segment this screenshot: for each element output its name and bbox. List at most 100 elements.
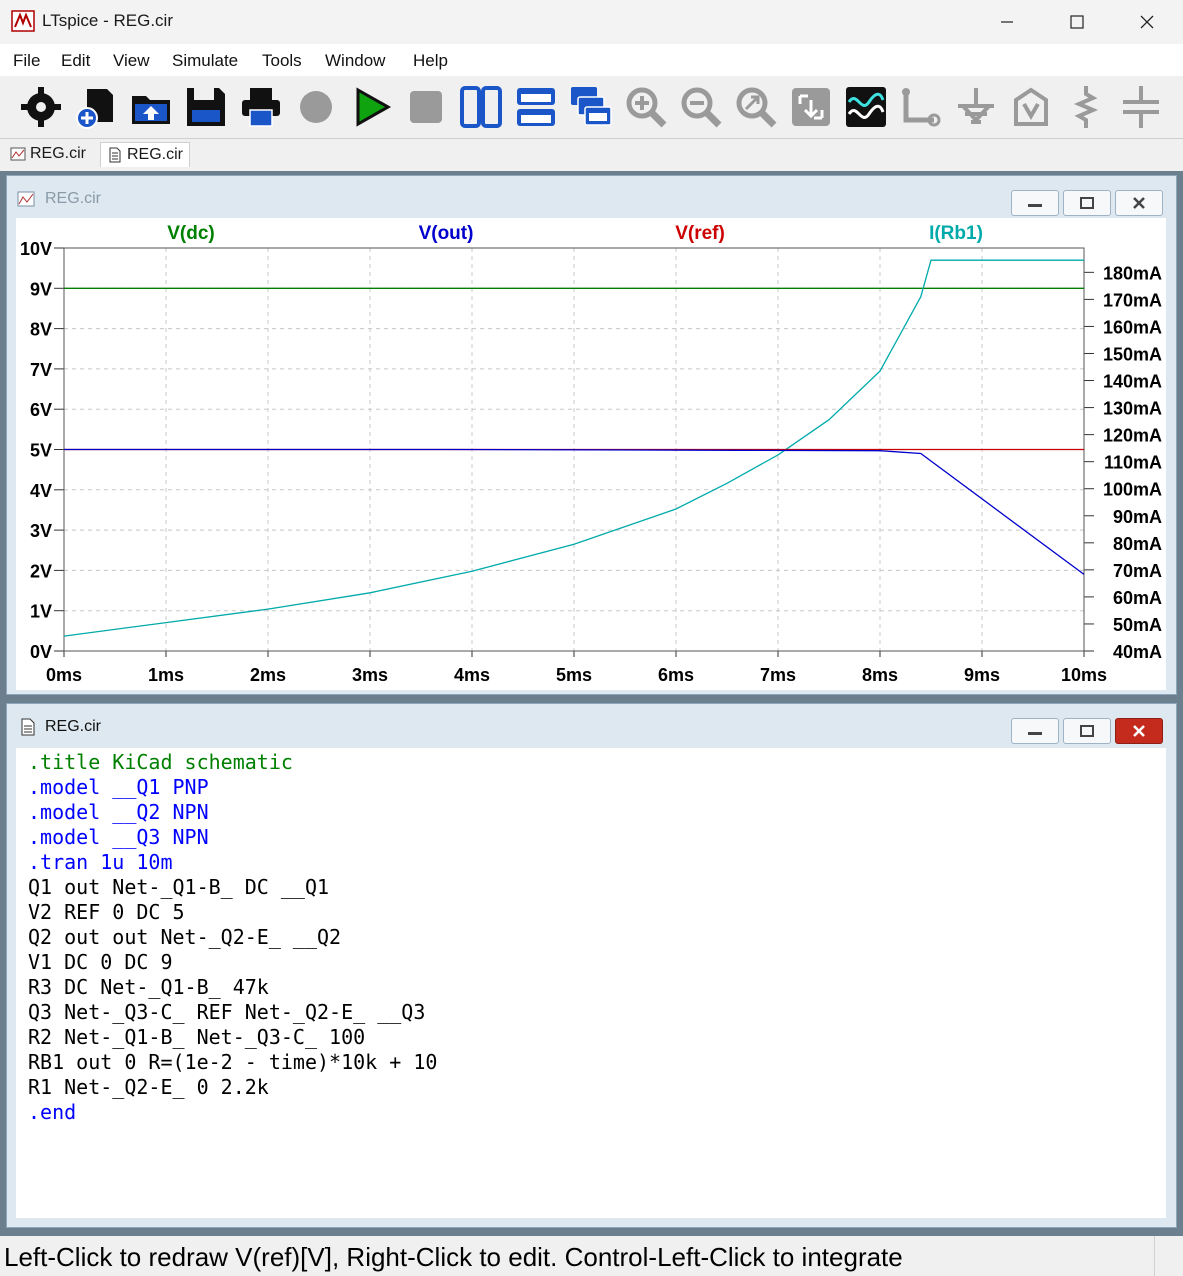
plot-restore-button[interactable] bbox=[1063, 190, 1111, 216]
maximize-icon bbox=[1070, 15, 1084, 29]
netlist-line[interactable]: RB1 out 0 R=(1e-2 - time)*10k + 10 bbox=[28, 1050, 437, 1074]
plot-close-button[interactable] bbox=[1115, 190, 1163, 216]
legend-label: V(dc) bbox=[167, 223, 215, 244]
menu-help[interactable]: Help bbox=[413, 51, 448, 71]
netlist-restore-button[interactable] bbox=[1063, 718, 1111, 744]
netlist-window-icon bbox=[21, 718, 35, 736]
x-tick-label: 0ms bbox=[46, 665, 82, 685]
tile-horizontal-icon[interactable] bbox=[513, 84, 559, 130]
netlist-line[interactable]: .title KiCad schematic bbox=[28, 750, 293, 774]
netlist-line[interactable]: V2 REF 0 DC 5 bbox=[28, 900, 185, 924]
netlist-line[interactable]: R1 Net-_Q2-E_ 0 2.2k bbox=[28, 1075, 269, 1099]
netlist-line[interactable]: .model __Q2 NPN bbox=[28, 800, 209, 824]
y-left-tick-label: 0V bbox=[30, 642, 52, 662]
legend-label: V(ref) bbox=[675, 223, 725, 244]
y-right-tick-label: 110mA bbox=[1104, 453, 1162, 473]
x-tick-label: 3ms bbox=[352, 665, 388, 685]
menu-edit[interactable]: Edit bbox=[61, 51, 90, 71]
netlist-line[interactable]: Q2 out out Net-_Q2-E_ __Q2 bbox=[28, 925, 341, 949]
tab-netlist[interactable]: REG.cir bbox=[100, 142, 190, 167]
waveform-window-icon bbox=[17, 191, 35, 207]
document-tabs: REG.cir REG.cir bbox=[0, 139, 1183, 171]
plot-window-title: REG.cir bbox=[45, 190, 101, 207]
resistor-icon[interactable] bbox=[1063, 84, 1109, 130]
menu-view[interactable]: View bbox=[113, 51, 150, 71]
legend-label: V(out) bbox=[419, 223, 474, 244]
netlist-minimize-button[interactable] bbox=[1011, 718, 1059, 744]
capacitor-icon[interactable] bbox=[1118, 84, 1164, 130]
stop-icon[interactable] bbox=[403, 84, 449, 130]
title-bar: LTspice - REG.cir bbox=[0, 0, 1183, 44]
save-icon[interactable] bbox=[183, 84, 229, 130]
netlist-close-button[interactable] bbox=[1115, 718, 1163, 744]
run-icon[interactable] bbox=[348, 84, 394, 130]
open-icon[interactable] bbox=[128, 84, 174, 130]
halt-icon[interactable] bbox=[293, 84, 339, 130]
label-icon[interactable] bbox=[1008, 84, 1054, 130]
x-tick-label: 5ms bbox=[556, 665, 592, 685]
waveform-plot[interactable]: 0ms 1ms 2ms 3ms 4ms 5ms 6ms 7ms 8ms 9ms 10ms 0V 1V 2V… bbox=[16, 218, 1166, 690]
y-right-tick-label: 120mA bbox=[1103, 426, 1162, 446]
zoom-fit-icon[interactable] bbox=[733, 84, 779, 130]
maximize-button[interactable] bbox=[1042, 0, 1112, 44]
netlist-editor[interactable]: .title KiCad schematic .model __Q1 PNP .… bbox=[16, 748, 1166, 1218]
zoom-out-icon[interactable] bbox=[678, 84, 724, 130]
netlist-line[interactable]: R2 Net-_Q1-B_ Net-_Q3-C_ 100 bbox=[28, 1025, 365, 1049]
y-left-tick-label: 10V bbox=[20, 239, 52, 259]
status-bar: Left-Click to redraw V(ref)[V], Right-Cl… bbox=[0, 1236, 1183, 1276]
y-right-tick-label: 70mA bbox=[1113, 561, 1162, 581]
netlist-line[interactable]: Q3 Net-_Q3-C_ REF Net-_Q2-E_ __Q3 bbox=[28, 1000, 425, 1024]
waveform-icon[interactable] bbox=[843, 84, 889, 130]
plot-minimize-button[interactable] bbox=[1011, 190, 1059, 216]
settings-icon[interactable] bbox=[18, 84, 64, 130]
y-right-tick-label: 100mA bbox=[1103, 480, 1162, 500]
netlist-line[interactable]: .model __Q3 NPN bbox=[28, 825, 209, 849]
netlist-line[interactable]: .end bbox=[28, 1100, 76, 1124]
y-right-tick-label: 40mA bbox=[1113, 642, 1162, 662]
netlist-line[interactable]: .tran 1u 10m bbox=[28, 850, 173, 874]
y-left-tick-label: 1V bbox=[30, 602, 52, 622]
tile-vertical-icon[interactable] bbox=[458, 84, 504, 130]
minimize-button[interactable] bbox=[972, 0, 1042, 44]
window-title: LTspice - REG.cir bbox=[42, 11, 173, 30]
x-tick-label: 1ms bbox=[148, 665, 184, 685]
y-left-tick-label: 9V bbox=[30, 279, 52, 299]
menu-window[interactable]: Window bbox=[325, 51, 385, 71]
menu-simulate[interactable]: Simulate bbox=[172, 51, 238, 71]
y-right-tick-label: 170mA bbox=[1103, 290, 1162, 310]
x-tick-label: 8ms bbox=[862, 665, 898, 685]
menu-tools[interactable]: Tools bbox=[262, 51, 302, 71]
netlist-line[interactable]: Q1 out Net-_Q1-B_ DC __Q1 bbox=[28, 875, 329, 899]
netlist-line[interactable]: .model __Q1 PNP bbox=[28, 775, 209, 799]
x-tick-label: 9ms bbox=[964, 665, 1000, 685]
netlist-line[interactable]: R3 DC Net-_Q1-B_ 47k bbox=[28, 975, 269, 999]
print-icon[interactable] bbox=[238, 84, 284, 130]
ground-icon[interactable] bbox=[953, 84, 999, 130]
tab-waveform[interactable]: REG.cir bbox=[10, 142, 86, 166]
netlist-window-title: REG.cir bbox=[45, 718, 101, 735]
minimize-icon bbox=[1028, 204, 1042, 207]
wire-icon[interactable] bbox=[898, 84, 944, 130]
close-icon bbox=[1133, 725, 1145, 737]
cascade-icon[interactable] bbox=[568, 84, 614, 130]
y-left-tick-label: 8V bbox=[30, 320, 52, 340]
y-right-tick-label: 60mA bbox=[1113, 588, 1162, 608]
menu-file[interactable]: File bbox=[13, 51, 40, 71]
waveform-chart[interactable]: 0ms 1ms 2ms 3ms 4ms 5ms 6ms 7ms 8ms 9ms 10ms 0V 1V 2V… bbox=[16, 218, 1166, 690]
close-icon bbox=[1140, 15, 1154, 29]
new-schematic-icon[interactable] bbox=[73, 84, 119, 130]
restore-icon bbox=[1080, 197, 1094, 209]
legend-label: I(Rb1) bbox=[929, 223, 983, 244]
x-tick-label: 10ms bbox=[1061, 665, 1107, 685]
y-left-tick-label: 5V bbox=[30, 441, 52, 461]
netlist-tab-icon bbox=[109, 147, 121, 163]
x-tick-label: 2ms bbox=[250, 665, 286, 685]
waveform-tab-icon bbox=[10, 147, 26, 161]
y-right-tick-label: 160mA bbox=[1103, 317, 1162, 337]
netlist-line[interactable]: V1 DC 0 DC 9 bbox=[28, 950, 173, 974]
zoom-in-icon[interactable] bbox=[623, 84, 669, 130]
close-button[interactable] bbox=[1112, 0, 1182, 44]
autorange-icon[interactable] bbox=[788, 84, 834, 130]
resize-grip[interactable] bbox=[1154, 1236, 1183, 1276]
y-right-tick-label: 180mA bbox=[1103, 263, 1162, 283]
